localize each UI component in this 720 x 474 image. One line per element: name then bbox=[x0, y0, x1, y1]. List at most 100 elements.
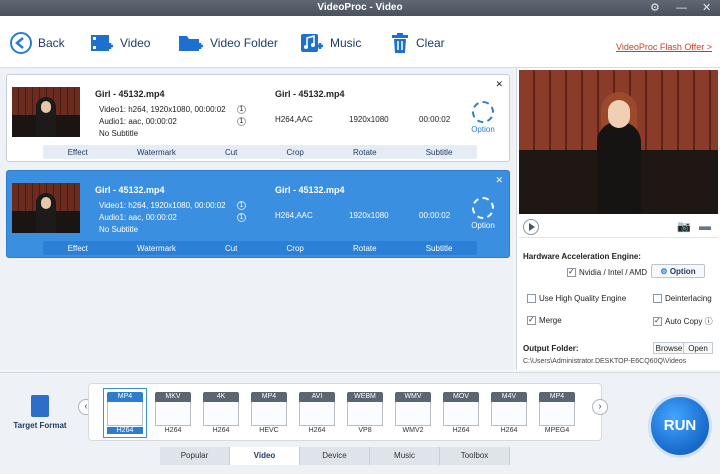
video-label: Video bbox=[120, 36, 151, 50]
format-item[interactable]: WEBM VP8 bbox=[347, 392, 383, 434]
format-item[interactable]: MOV H264 bbox=[443, 392, 479, 434]
subtitle-button[interactable]: Subtitle bbox=[426, 244, 453, 253]
effect-button[interactable]: Effect bbox=[68, 244, 88, 253]
format-item[interactable]: AVI H264 bbox=[299, 392, 335, 434]
auto-copy-checkbox[interactable] bbox=[653, 316, 662, 327]
video-thumbnail bbox=[12, 87, 80, 137]
clear-button[interactable]: Clear bbox=[390, 30, 445, 56]
back-button[interactable]: Back bbox=[10, 30, 65, 56]
play-button[interactable] bbox=[523, 219, 539, 235]
remove-file-icon[interactable]: ✕ bbox=[495, 175, 503, 186]
settings-icon[interactable]: ⚙ bbox=[650, 0, 660, 16]
run-button[interactable]: RUN bbox=[648, 394, 712, 458]
high-quality-row[interactable]: Use High Quality Engine bbox=[527, 294, 627, 304]
format-item[interactable]: MKV H264 bbox=[155, 392, 191, 434]
output-duration: 00:00:02 bbox=[419, 211, 451, 220]
flash-offer-link[interactable]: VideoProc Flash Offer > bbox=[616, 42, 712, 52]
crop-button[interactable]: Crop bbox=[287, 148, 304, 157]
output-file-name[interactable]: Girl - 45132.mp4 bbox=[275, 89, 345, 99]
add-video-folder-button[interactable]: Video Folder bbox=[178, 30, 278, 56]
watermark-button[interactable]: Watermark bbox=[137, 244, 176, 253]
deinterlacing-label: Deinterlacing bbox=[665, 294, 712, 303]
add-music-button[interactable]: Music bbox=[300, 30, 361, 56]
video-add-icon bbox=[91, 35, 113, 51]
codec-option-button[interactable]: Option bbox=[469, 197, 497, 230]
cut-button[interactable]: Cut bbox=[225, 148, 237, 157]
deinterlacing-checkbox[interactable] bbox=[653, 294, 662, 304]
codec-gear-icon bbox=[472, 197, 494, 219]
cut-button[interactable]: Cut bbox=[225, 244, 237, 253]
rotate-button[interactable]: Rotate bbox=[353, 244, 377, 253]
open-folder-icon[interactable]: ▬ bbox=[699, 219, 711, 233]
edit-actions-bar: Effect Watermark Cut Crop Rotate Subtitl… bbox=[43, 145, 477, 159]
rotate-button[interactable]: Rotate bbox=[353, 148, 377, 157]
tab-music[interactable]: Music bbox=[370, 447, 440, 465]
close-window-icon[interactable]: ✕ bbox=[702, 0, 711, 16]
tab-device[interactable]: Device bbox=[300, 447, 370, 465]
add-video-button[interactable]: Video bbox=[90, 30, 150, 56]
tab-popular[interactable]: Popular bbox=[160, 447, 230, 465]
trash-icon bbox=[392, 33, 408, 53]
target-format-button[interactable]: Target Format bbox=[10, 395, 70, 430]
output-path: C:\Users\Administrator.DESKTOP-E6CQ60Q\V… bbox=[523, 358, 687, 365]
hw-vendor-checkbox[interactable] bbox=[567, 267, 576, 278]
subtitle-info: No Subtitle bbox=[99, 129, 139, 138]
tab-video[interactable]: Video bbox=[230, 447, 300, 465]
format-item[interactable]: MP4 H264 bbox=[103, 388, 147, 438]
format-category-tabs: Popular Video Device Music Toolbox bbox=[160, 447, 510, 465]
option-label: Option bbox=[471, 125, 495, 134]
open-button[interactable]: Open bbox=[683, 342, 713, 354]
video-track-count[interactable]: 1 bbox=[237, 105, 246, 114]
output-file-name[interactable]: Girl - 45132.mp4 bbox=[275, 185, 345, 195]
preview-and-settings: 📷 ▬ Hardware Acceleration Engine: Nvidia… bbox=[516, 68, 720, 370]
format-item[interactable]: MP4 MPEG4 bbox=[539, 392, 575, 434]
file-list: ✕ Girl - 45132.mp4 Video1: h264, 1920x10… bbox=[0, 68, 514, 370]
codec-option-button[interactable]: Option bbox=[469, 101, 497, 134]
format-item[interactable]: MP4 HEVC bbox=[251, 392, 287, 434]
video-preview bbox=[519, 70, 718, 214]
high-quality-label: Use High Quality Engine bbox=[539, 294, 627, 303]
crop-button[interactable]: Crop bbox=[287, 244, 304, 253]
format-item[interactable]: M4V H264 bbox=[491, 392, 527, 434]
file-card-selected[interactable]: ✕ Girl - 45132.mp4 Video1: h264, 1920x10… bbox=[6, 170, 510, 258]
audio-track-count[interactable]: 1 bbox=[237, 117, 246, 126]
high-quality-checkbox[interactable] bbox=[527, 294, 536, 304]
auto-copy-row[interactable]: Auto Copy ⓘ bbox=[653, 316, 713, 327]
preview-controls: 📷 ▬ bbox=[519, 216, 718, 238]
help-icon[interactable]: ⓘ bbox=[705, 317, 713, 326]
toolbar: Back Video Video Folder Music Clear Vide… bbox=[0, 16, 720, 68]
audio-info: Audio1: aac, 00:00:02 bbox=[99, 117, 177, 126]
merge-row[interactable]: Merge bbox=[527, 315, 562, 326]
output-duration: 00:00:02 bbox=[419, 115, 451, 124]
video-info: Video1: h264, 1920x1080, 00:00:02 bbox=[99, 105, 226, 114]
back-label: Back bbox=[38, 36, 65, 50]
hw-vendor-row[interactable]: Nvidia / Intel / AMD bbox=[567, 267, 647, 278]
hw-gear-icon: ⚙ bbox=[660, 267, 668, 276]
output-resolution: 1920x1080 bbox=[349, 211, 389, 220]
codec-gear-icon bbox=[472, 101, 494, 123]
format-item[interactable]: WMV WMV2 bbox=[395, 392, 431, 434]
remove-file-icon[interactable]: ✕ bbox=[495, 79, 503, 90]
effect-button[interactable]: Effect bbox=[68, 148, 88, 157]
subtitle-button[interactable]: Subtitle bbox=[426, 148, 453, 157]
merge-label: Merge bbox=[539, 316, 562, 325]
hw-option-button[interactable]: ⚙ Option bbox=[651, 264, 705, 278]
snapshot-icon[interactable]: 📷 bbox=[677, 220, 691, 233]
browse-button[interactable]: Browse bbox=[653, 342, 685, 354]
tab-toolbox[interactable]: Toolbox bbox=[440, 447, 510, 465]
watermark-button[interactable]: Watermark bbox=[137, 148, 176, 157]
minimize-icon[interactable]: — bbox=[676, 0, 687, 16]
deinterlacing-row[interactable]: Deinterlacing bbox=[653, 294, 712, 304]
merge-checkbox[interactable] bbox=[527, 315, 536, 326]
auto-copy-label: Auto Copy bbox=[665, 317, 703, 326]
video-track-count[interactable]: 1 bbox=[237, 201, 246, 210]
back-arrow-icon bbox=[10, 32, 32, 54]
format-item[interactable]: 4K H264 bbox=[203, 392, 239, 434]
output-codec: H264,AAC bbox=[275, 115, 313, 124]
file-card[interactable]: ✕ Girl - 45132.mp4 Video1: h264, 1920x10… bbox=[6, 74, 510, 162]
output-resolution: 1920x1080 bbox=[349, 115, 389, 124]
next-formats-arrow[interactable]: › bbox=[592, 399, 608, 415]
music-label: Music bbox=[330, 36, 362, 50]
clear-label: Clear bbox=[416, 36, 445, 50]
audio-track-count[interactable]: 1 bbox=[237, 213, 246, 222]
